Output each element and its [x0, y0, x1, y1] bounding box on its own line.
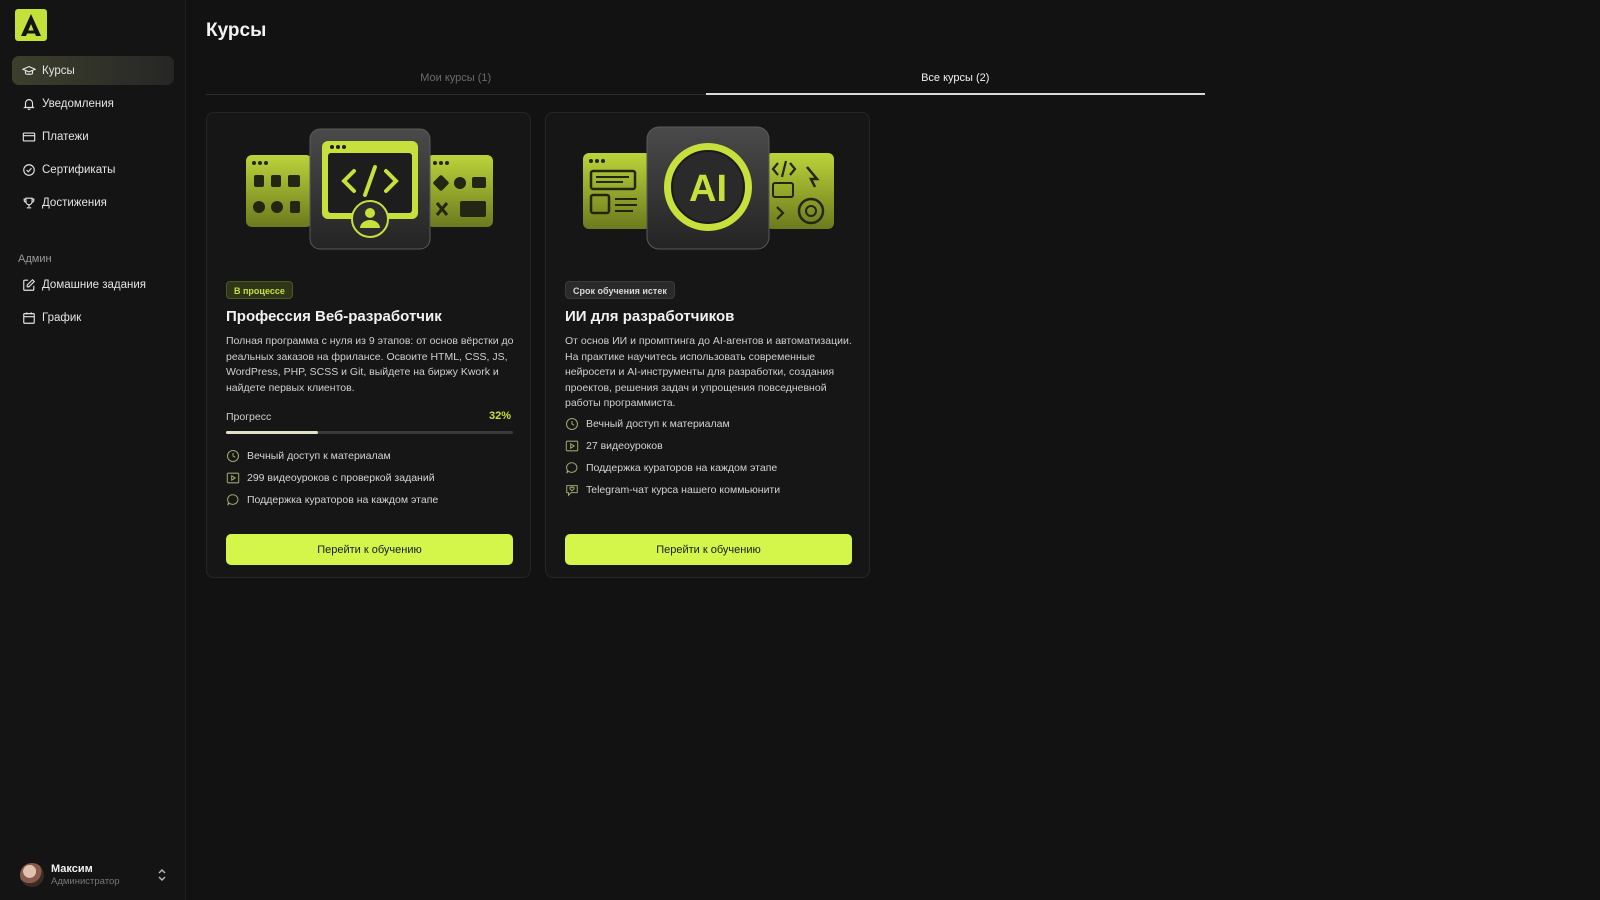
- course-tabs: Мои курсы (1) Все курсы (2): [206, 66, 1205, 95]
- clock-icon: [565, 417, 579, 431]
- code-window-icon: [246, 128, 493, 250]
- list-item: Поддержка кураторов на каждом этапе: [565, 457, 855, 479]
- calendar-icon: [22, 311, 36, 325]
- sidebar-item-homework[interactable]: Домашние задания: [12, 270, 174, 299]
- logo-icon: [21, 14, 41, 36]
- progress-bar: [226, 431, 513, 434]
- sidebar-item-certificates[interactable]: Сертификаты: [12, 155, 174, 184]
- chat-heart-icon: [565, 483, 579, 497]
- course-description: Полная программа с нуля из 9 этапов: от …: [226, 335, 514, 394]
- user-name: Максим: [51, 862, 93, 875]
- edit-square-icon: [22, 278, 36, 292]
- status-badge: Срок обучения истек: [565, 281, 675, 299]
- avatar: [20, 863, 44, 887]
- sidebar-item-label: Курсы: [42, 64, 75, 77]
- list-item: Поддержка кураторов на каждом этапе: [226, 489, 516, 511]
- user-role: Администратор: [51, 875, 120, 887]
- list-item: 27 видеоуроков: [565, 435, 855, 457]
- sidebar-item-label: Домашние задания: [42, 278, 146, 291]
- video-icon: [565, 439, 579, 453]
- sidebar-item-courses[interactable]: Курсы: [12, 56, 174, 85]
- feature-list: Вечный доступ к материалам 299 видеоурок…: [226, 445, 516, 511]
- graduation-cap-icon: [22, 64, 36, 78]
- bell-icon: [22, 97, 36, 111]
- sidebar-admin-nav: Домашние задания График: [12, 270, 174, 336]
- sidebar-section-admin: Админ: [18, 253, 52, 265]
- chat-icon: [226, 493, 240, 507]
- progress-fill: [226, 431, 318, 434]
- video-icon: [226, 471, 240, 485]
- badge-check-icon: [22, 163, 36, 177]
- chat-icon: [565, 461, 579, 475]
- sidebar-item-label: Уведомления: [42, 97, 114, 110]
- sidebar-item-label: Сертификаты: [42, 163, 116, 176]
- credit-card-icon: [22, 130, 36, 144]
- sidebar-item-label: График: [42, 311, 82, 324]
- list-item: Telegram-чат курса нашего коммьюнити: [565, 479, 855, 501]
- user-menu[interactable]: Максим Администратор: [20, 860, 168, 890]
- list-item: Вечный доступ к материалам: [565, 413, 855, 435]
- app-logo[interactable]: [15, 9, 47, 41]
- course-card: В процессе Профессия Веб-разработчик Пол…: [206, 112, 531, 578]
- list-item: Вечный доступ к материалам: [226, 445, 516, 467]
- chevron-up-down-icon[interactable]: [156, 868, 168, 882]
- course-title: ИИ для разработчиков: [565, 308, 735, 325]
- progress-label: Прогресс: [226, 411, 272, 423]
- sidebar-nav: Курсы Уведомления Платежи Сертификаты До…: [12, 56, 174, 221]
- course-description: От основ ИИ и промптинга до AI-агентов и…: [565, 335, 852, 409]
- go-to-learning-button[interactable]: Перейти к обучению: [565, 534, 852, 565]
- course-title: Профессия Веб-разработчик: [226, 308, 442, 325]
- sidebar-item-notifications[interactable]: Уведомления: [12, 89, 174, 118]
- tab-all-courses[interactable]: Все курсы (2): [705, 66, 1206, 95]
- sidebar-item-payments[interactable]: Платежи: [12, 122, 174, 151]
- sidebar: Курсы Уведомления Платежи Сертификаты До…: [0, 0, 186, 900]
- progress-value: 32%: [488, 410, 511, 422]
- feature-list: Вечный доступ к материалам 27 видеоуроко…: [565, 413, 855, 501]
- sidebar-item-label: Достижения: [42, 196, 107, 209]
- go-to-learning-button[interactable]: Перейти к обучению: [226, 534, 513, 565]
- ai-chip-icon: AI: [583, 126, 834, 250]
- sidebar-item-achievements[interactable]: Достижения: [12, 188, 174, 217]
- tab-my-courses[interactable]: Мои курсы (1): [206, 66, 706, 94]
- status-badge: В процессе: [226, 281, 293, 299]
- list-item: 299 видеоуроков с проверкой заданий: [226, 467, 516, 489]
- sidebar-item-label: Платежи: [42, 130, 89, 143]
- clock-icon: [226, 449, 240, 463]
- course-card: AI Срок обучения истек ИИ для разработчи…: [545, 112, 870, 578]
- banner-ai-text: AI: [689, 168, 727, 210]
- trophy-icon: [22, 196, 36, 210]
- page-title: Курсы: [206, 20, 267, 41]
- sidebar-item-schedule[interactable]: График: [12, 303, 174, 332]
